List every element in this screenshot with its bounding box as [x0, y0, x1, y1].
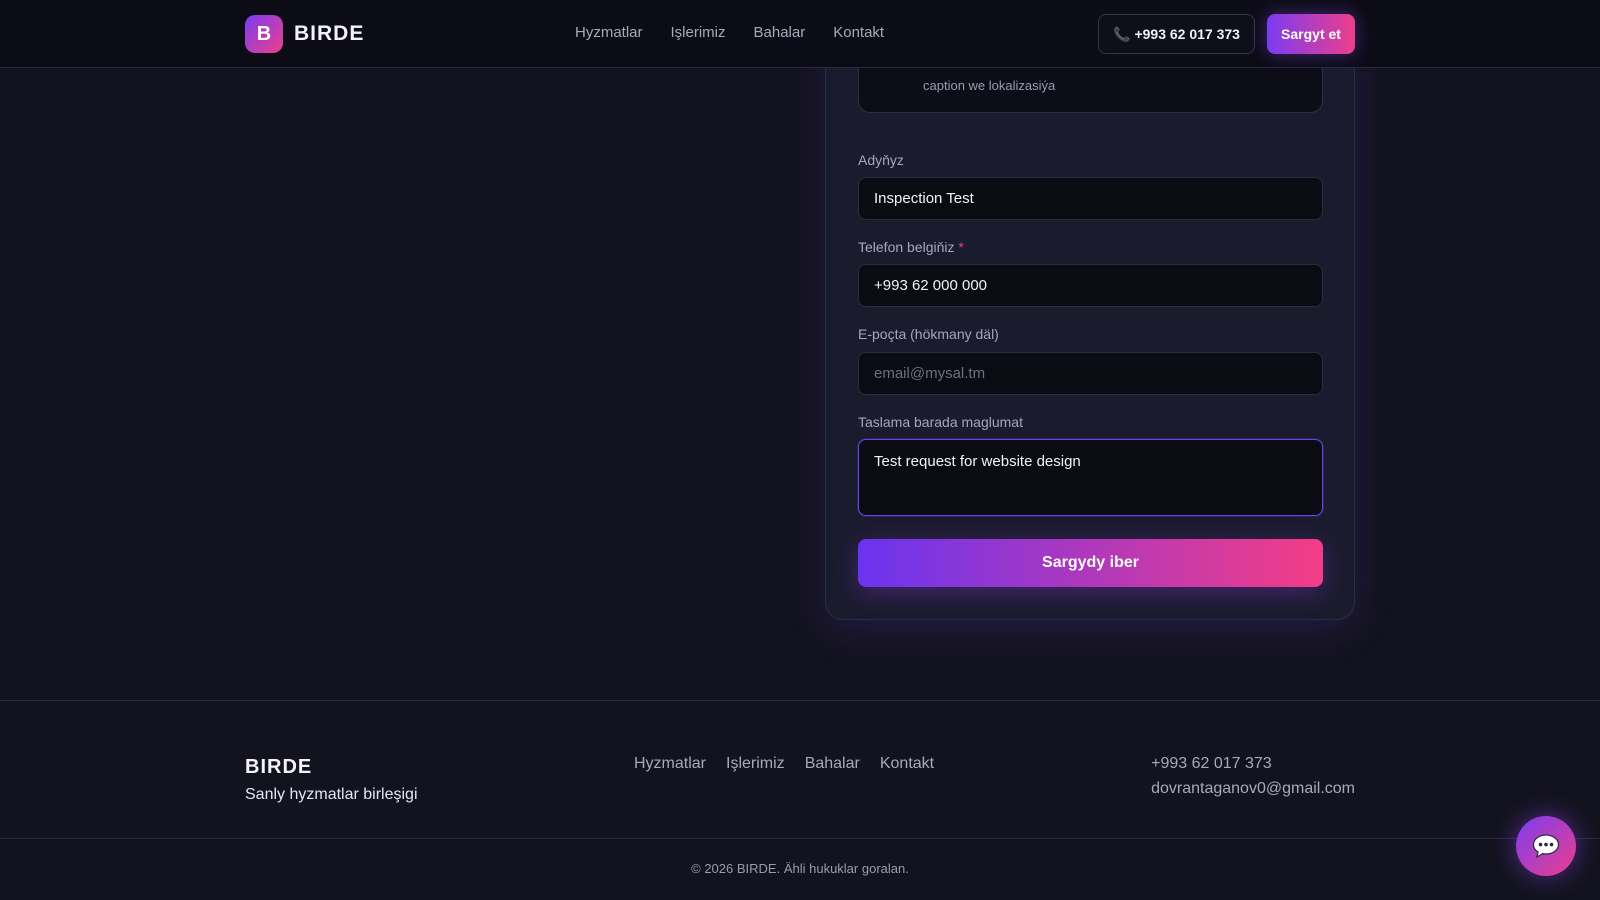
email-label: E-poçta (hökmany däl): [858, 326, 999, 342]
details-label: Taslama barada maglumat: [858, 414, 1023, 430]
phone-label: Telefon belgiňiz *: [858, 239, 964, 255]
footer-tagline: Sanly hyzmatlar birleşigi: [245, 786, 418, 803]
footer-bottom-divider: [0, 838, 1600, 839]
copyright: © 2026 BIRDE. Ähli hukuklar goralan.: [691, 861, 909, 876]
chat-bubble-icon: [1532, 834, 1560, 858]
header-phone-number: +993 62 017 373: [1134, 26, 1240, 42]
footer-phone[interactable]: +993 62 017 373: [1151, 755, 1355, 773]
brand-logo-icon: B: [245, 15, 283, 53]
footer-divider: [0, 700, 1600, 701]
footer-brand: BIRDE: [245, 756, 313, 778]
order-button[interactable]: Sargyt et: [1267, 14, 1355, 54]
phone-icon: 📞: [1113, 25, 1131, 42]
details-textarea[interactable]: Test request for website design: [858, 439, 1323, 516]
brand[interactable]: B BIRDE: [245, 15, 364, 53]
nav-item-contact[interactable]: Kontakt: [833, 24, 884, 41]
header-phone-button[interactable]: 📞 +993 62 017 373: [1098, 14, 1255, 54]
footer-email[interactable]: dovrantaganov0@gmail.com: [1151, 780, 1355, 798]
submit-order-button[interactable]: Sargydy iber: [858, 539, 1323, 587]
main-nav: Hyzmatlar Işlerimiz Bahalar Kontakt: [575, 24, 884, 41]
phone-input[interactable]: +993 62 000 000: [858, 264, 1323, 307]
brand-name: BIRDE: [294, 22, 365, 45]
nav-item-prices[interactable]: Bahalar: [754, 24, 806, 41]
footer-contact: +993 62 017 373 dovrantaganov0@gmail.com: [1151, 755, 1355, 805]
email-input[interactable]: email@mysal.tm: [858, 352, 1323, 395]
footer-link-services[interactable]: Hyzmatlar: [634, 755, 706, 773]
footer-nav: Hyzmatlar Işlerimiz Bahalar Kontakt: [634, 755, 934, 773]
required-marker: *: [958, 239, 964, 255]
footer-link-works[interactable]: Işlerimiz: [726, 755, 785, 773]
site-header: B BIRDE Hyzmatlar Işlerimiz Bahalar Kont…: [0, 0, 1600, 68]
name-input[interactable]: Inspection Test: [858, 177, 1323, 220]
footer-link-prices[interactable]: Bahalar: [805, 755, 860, 773]
chat-button[interactable]: [1516, 816, 1576, 876]
nav-item-works[interactable]: Işlerimiz: [671, 24, 726, 41]
service-description: caption we lokalizasiýa: [923, 78, 1056, 93]
phone-label-text: Telefon belgiňiz: [858, 239, 955, 255]
name-label: Adyňyz: [858, 152, 904, 168]
nav-item-services[interactable]: Hyzmatlar: [575, 24, 643, 41]
footer-link-contact[interactable]: Kontakt: [880, 755, 934, 773]
